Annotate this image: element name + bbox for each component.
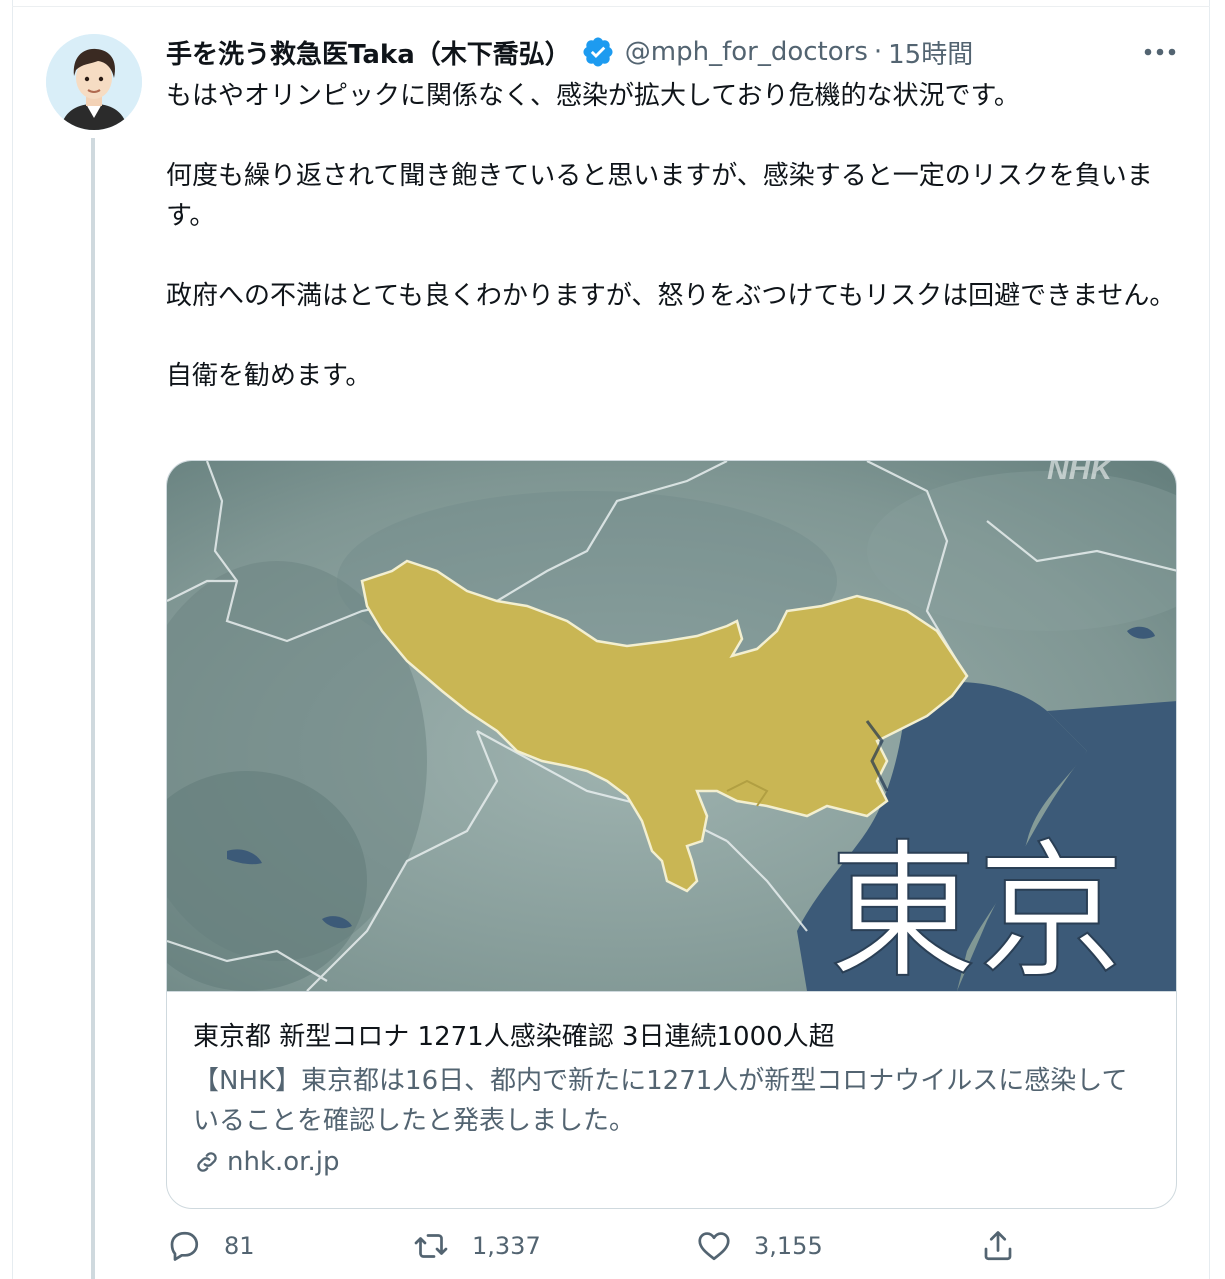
share-button[interactable] [980,1228,1016,1264]
card-domain-text: nhk.or.jp [227,1147,340,1177]
card-map-image[interactable]: NHK 東京 [167,461,1177,991]
retweet-icon [414,1234,448,1258]
top-divider [12,6,1210,7]
tweet-paragraph: 政府への不満はとても良くわかりますが、怒りをぶつけてもリスクは回避できません。 [166,281,1176,311]
tokyo-caption: 東京 [829,826,1125,991]
tweet-paragraph: 何度も繰り返されて聞き飽きていると思いますが、感染すると一定のリスクを負います。 [166,161,1153,231]
like-button[interactable]: 3,155 [696,1228,823,1264]
reply-button[interactable]: 81 [166,1228,255,1264]
reply-icon [170,1231,199,1261]
tweet-header: 手を洗う救急医Taka（木下喬弘） @mph_for_doctors · 15時… [166,30,1186,74]
separator-dot: · [873,37,883,67]
author-handle[interactable]: @mph_for_doctors [625,37,868,67]
more-icon[interactable] [1142,42,1178,62]
card-title[interactable]: 東京都 新型コロナ 1271人感染確認 3日連続1000人超 [193,1016,835,1053]
tweet-timestamp[interactable]: 15時間 [888,34,973,71]
author-avatar[interactable] [46,34,142,130]
retweet-count: 1,337 [472,1232,541,1260]
nhk-watermark: NHK [1047,461,1114,486]
link-card[interactable]: NHK 東京 東京都 新型コロナ 1271人感染確認 3日連続1000人超 【N… [166,460,1177,1209]
card-divider [167,991,1176,992]
reply-count: 81 [224,1232,255,1260]
link-icon [197,1152,217,1172]
tweet-paragraph: もはやオリンピックに関係なく、感染が拡大しており危機的な状況です。 [166,81,1020,111]
retweet-button[interactable]: 1,337 [412,1228,541,1264]
share-icon [984,1231,1012,1261]
card-description: 【NHK】東京都は16日、都内で新たに1271人が新型コロナウイルスに感染してい… [193,1066,1128,1136]
avatar-illustration [46,34,142,130]
card-domain[interactable]: nhk.or.jp [193,1147,339,1177]
tweet-text: もはやオリンピックに関係なく、感染が拡大しており危機的な状況です。 何度も繰り返… [166,76,1186,396]
tweet-actions: 81 1,337 3,155 [166,1228,1186,1278]
like-count: 3,155 [754,1232,823,1260]
thread-connector [91,138,95,1279]
heart-icon [698,1232,730,1261]
tweet-paragraph: 自衛を勧めます。 [166,361,372,391]
author-name[interactable]: 手を洗う救急医Taka（木下喬弘） [166,34,571,71]
verified-badge-icon [581,35,615,69]
